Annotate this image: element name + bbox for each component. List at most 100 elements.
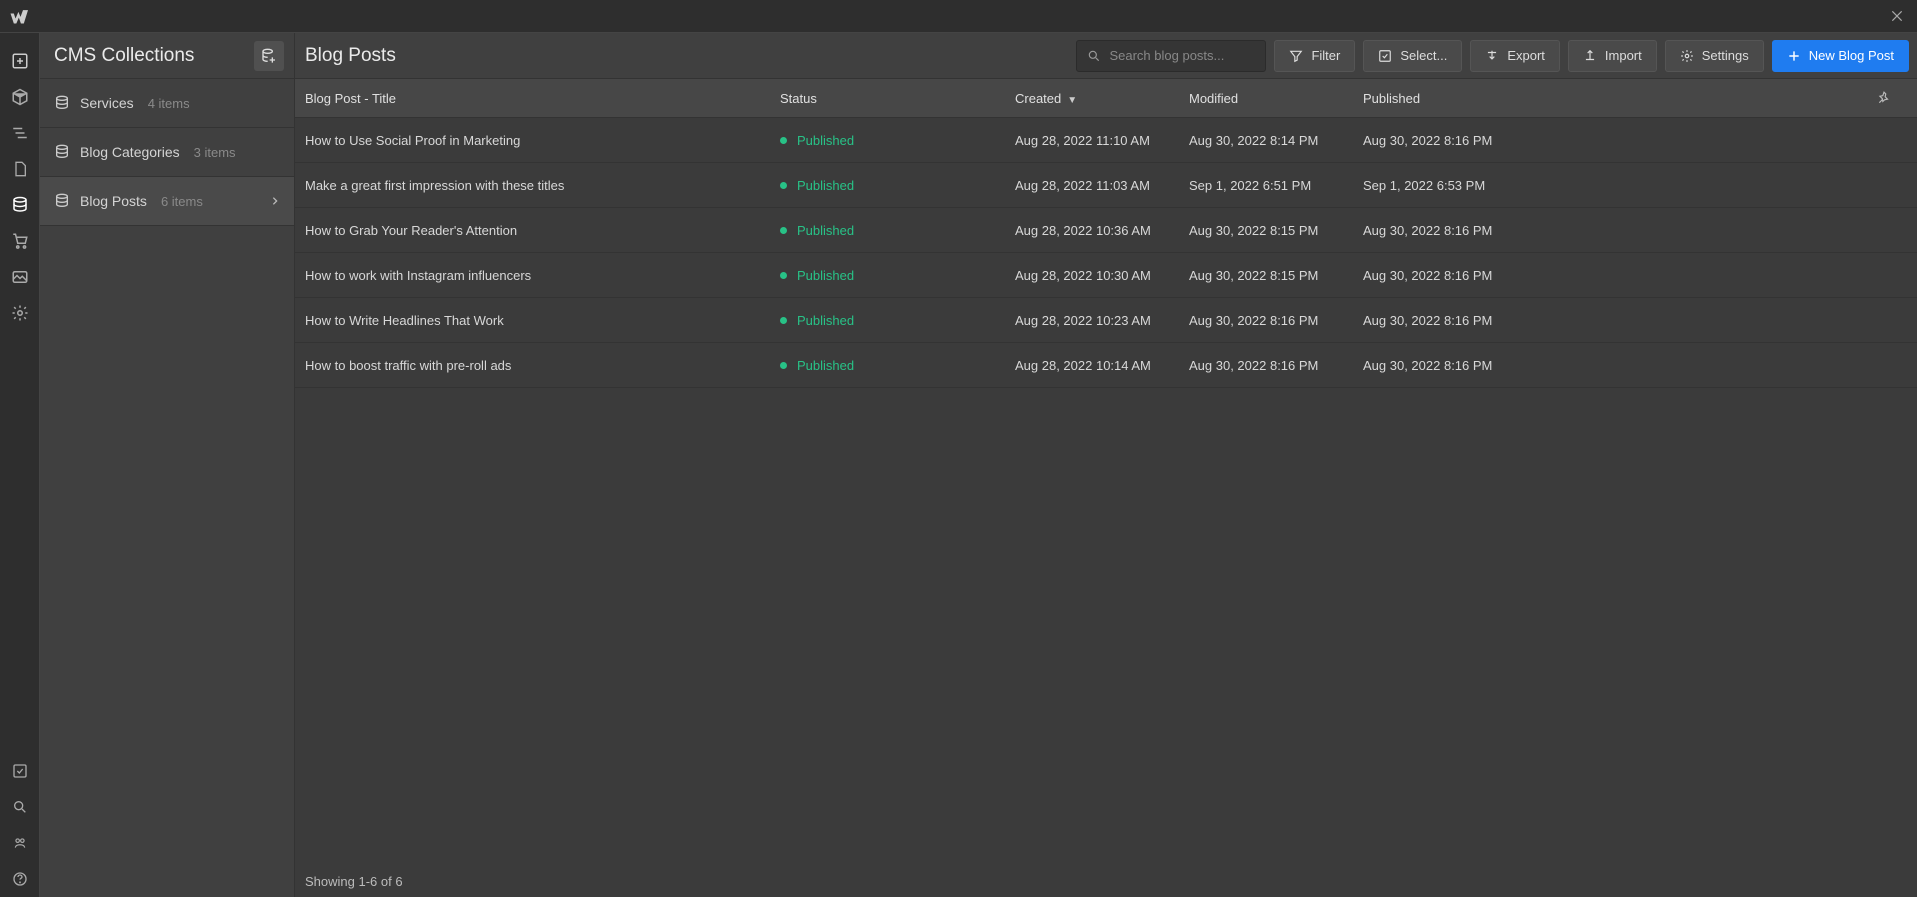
collection-count: 4 items — [148, 96, 190, 111]
cell-published: Sep 1, 2022 6:53 PM — [1363, 178, 1877, 193]
column-header-modified[interactable]: Modified — [1189, 91, 1363, 106]
cell-published: Aug 30, 2022 8:16 PM — [1363, 268, 1877, 283]
settings-label: Settings — [1702, 48, 1749, 63]
import-label: Import — [1605, 48, 1642, 63]
cell-title: How to Write Headlines That Work — [305, 313, 780, 328]
ecommerce-icon[interactable] — [0, 223, 40, 259]
video-icon[interactable] — [0, 825, 40, 861]
cell-created: Aug 28, 2022 10:14 AM — [1015, 358, 1189, 373]
collection-label: Blog Posts — [80, 193, 147, 209]
audit-icon[interactable] — [0, 753, 40, 789]
collection-item[interactable]: Services 4 items — [40, 79, 294, 128]
collection-item[interactable]: Blog Categories 3 items — [40, 128, 294, 177]
assets-icon[interactable] — [0, 259, 40, 295]
cell-modified: Aug 30, 2022 8:14 PM — [1189, 133, 1363, 148]
column-header-title[interactable]: Blog Post - Title — [305, 91, 780, 106]
help-icon[interactable] — [0, 861, 40, 897]
status-text: Published — [797, 223, 854, 238]
cell-status: Published — [780, 268, 1015, 283]
search-input[interactable] — [1109, 48, 1285, 63]
cell-modified: Aug 30, 2022 8:16 PM — [1189, 358, 1363, 373]
navigator-icon[interactable] — [0, 115, 40, 151]
export-label: Export — [1507, 48, 1545, 63]
table-row[interactable]: How to work with Instagram influencers P… — [295, 253, 1917, 298]
close-icon[interactable] — [1885, 4, 1909, 28]
table-row[interactable]: How to Grab Your Reader's Attention Publ… — [295, 208, 1917, 253]
status-dot-icon — [780, 227, 787, 234]
gear-icon — [1680, 49, 1694, 63]
search-nav-icon[interactable] — [0, 789, 40, 825]
cell-title: How to Use Social Proof in Marketing — [305, 133, 780, 148]
collection-label: Services — [80, 95, 134, 111]
cell-modified: Aug 30, 2022 8:15 PM — [1189, 223, 1363, 238]
cell-published: Aug 30, 2022 8:16 PM — [1363, 223, 1877, 238]
left-toolbar — [0, 33, 40, 897]
select-button[interactable]: Select... — [1363, 40, 1462, 72]
cell-created: Aug 28, 2022 10:36 AM — [1015, 223, 1189, 238]
collections-sidebar: CMS Collections Services 4 items Blog Ca… — [40, 33, 295, 897]
filter-button[interactable]: Filter — [1274, 40, 1355, 72]
search-icon — [1087, 49, 1101, 63]
table-row[interactable]: Make a great first impression with these… — [295, 163, 1917, 208]
cell-published: Aug 30, 2022 8:16 PM — [1363, 313, 1877, 328]
new-item-button[interactable]: New Blog Post — [1772, 40, 1909, 72]
select-label: Select... — [1400, 48, 1447, 63]
box-icon[interactable] — [0, 79, 40, 115]
export-icon — [1485, 49, 1499, 63]
webflow-logo-icon[interactable] — [8, 6, 28, 26]
cell-published: Aug 30, 2022 8:16 PM — [1363, 133, 1877, 148]
cell-created: Aug 28, 2022 11:03 AM — [1015, 178, 1189, 193]
settings-button[interactable]: Settings — [1665, 40, 1764, 72]
column-header-status[interactable]: Status — [780, 91, 1015, 106]
collection-label: Blog Categories — [80, 144, 180, 160]
cms-icon[interactable] — [0, 187, 40, 223]
table-row[interactable]: How to Write Headlines That Work Publish… — [295, 298, 1917, 343]
status-dot-icon — [780, 137, 787, 144]
chevron-right-icon — [270, 196, 280, 206]
table-footer: Showing 1-6 of 6 — [295, 865, 1917, 897]
pages-icon[interactable] — [0, 151, 40, 187]
sort-desc-icon: ▼ — [1067, 95, 1077, 106]
database-icon — [54, 95, 70, 111]
search-input-wrapper[interactable] — [1076, 40, 1266, 72]
cell-modified: Sep 1, 2022 6:51 PM — [1189, 178, 1363, 193]
cell-title: How to work with Instagram influencers — [305, 268, 780, 283]
page-title: Blog Posts — [305, 45, 396, 67]
status-dot-icon — [780, 272, 787, 279]
table-row[interactable]: How to Use Social Proof in Marketing Pub… — [295, 118, 1917, 163]
collection-item[interactable]: Blog Posts 6 items — [40, 177, 294, 226]
column-header-created[interactable]: Created▼ — [1015, 91, 1189, 106]
status-text: Published — [797, 178, 854, 193]
cell-status: Published — [780, 313, 1015, 328]
cell-published: Aug 30, 2022 8:16 PM — [1363, 358, 1877, 373]
pin-column-button[interactable] — [1877, 91, 1907, 105]
table-row[interactable]: How to boost traffic with pre-roll ads P… — [295, 343, 1917, 388]
cell-modified: Aug 30, 2022 8:15 PM — [1189, 268, 1363, 283]
database-icon — [54, 144, 70, 160]
add-collection-button[interactable] — [254, 41, 284, 71]
cell-created: Aug 28, 2022 10:30 AM — [1015, 268, 1189, 283]
status-text: Published — [797, 268, 854, 283]
import-icon — [1583, 49, 1597, 63]
cell-created: Aug 28, 2022 10:23 AM — [1015, 313, 1189, 328]
plus-icon — [1787, 49, 1801, 63]
checkbox-icon — [1378, 49, 1392, 63]
add-icon[interactable] — [0, 43, 40, 79]
cell-modified: Aug 30, 2022 8:16 PM — [1189, 313, 1363, 328]
filter-icon — [1289, 49, 1303, 63]
status-text: Published — [797, 313, 854, 328]
items-table: Blog Post - Title Status Created▼ Modifi… — [295, 79, 1917, 865]
column-header-published[interactable]: Published — [1363, 91, 1877, 106]
export-button[interactable]: Export — [1470, 40, 1560, 72]
settings-gear-icon[interactable] — [0, 295, 40, 331]
cell-created: Aug 28, 2022 11:10 AM — [1015, 133, 1189, 148]
import-button[interactable]: Import — [1568, 40, 1657, 72]
status-dot-icon — [780, 317, 787, 324]
cell-status: Published — [780, 133, 1015, 148]
new-item-label: New Blog Post — [1809, 48, 1894, 63]
cell-status: Published — [780, 358, 1015, 373]
cell-title: How to Grab Your Reader's Attention — [305, 223, 780, 238]
cell-title: How to boost traffic with pre-roll ads — [305, 358, 780, 373]
cell-status: Published — [780, 223, 1015, 238]
database-icon — [54, 193, 70, 209]
